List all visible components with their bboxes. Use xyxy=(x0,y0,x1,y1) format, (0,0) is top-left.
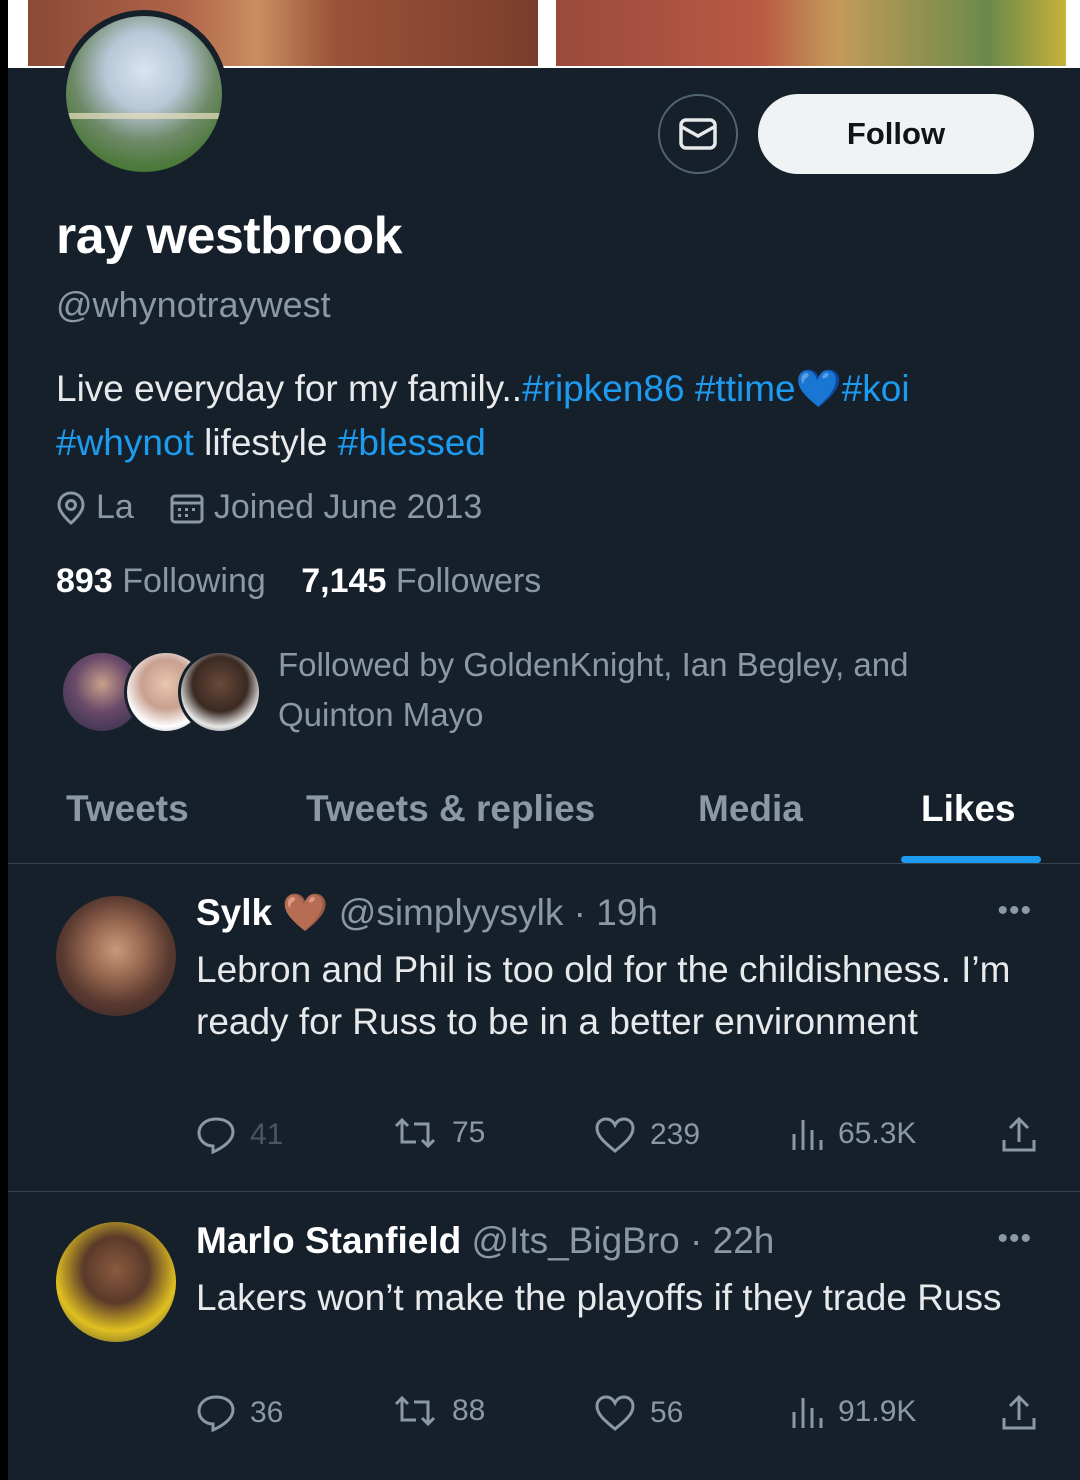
tweet-header: Marlo Stanfield @Its_BigBro · 22h xyxy=(196,1220,775,1261)
more-options-icon[interactable]: ••• xyxy=(997,894,1032,928)
heart-icon xyxy=(595,1117,635,1153)
like-button[interactable]: 56 xyxy=(594,1394,683,1432)
like-count: 239 xyxy=(650,1118,701,1151)
heart-icon xyxy=(595,1395,635,1431)
hashtag-link[interactable]: #blessed xyxy=(338,422,486,463)
avatar xyxy=(178,650,262,734)
profile-name: ray westbrook xyxy=(56,207,403,265)
tweet-actions: 41 75 239 65.3K xyxy=(196,1116,1046,1160)
profile-tabs: Tweets Tweets & replies Media Likes xyxy=(8,770,1080,864)
banner-image-right xyxy=(556,0,1066,66)
followed-by-avatars[interactable] xyxy=(60,650,262,736)
reply-button[interactable]: 41 xyxy=(196,1116,283,1154)
retweet-button[interactable]: 88 xyxy=(392,1394,485,1428)
following-count: 893 xyxy=(56,562,113,600)
profile-screen: Follow ray westbrook @whynotraywest Live… xyxy=(8,0,1080,1480)
views-button[interactable]: 91.9K xyxy=(790,1394,916,1430)
bio-text: lifestyle xyxy=(204,422,328,463)
tweet-time[interactable]: 19h xyxy=(596,892,658,933)
views-button[interactable]: 65.3K xyxy=(790,1116,916,1152)
retweet-count: 75 xyxy=(452,1116,486,1149)
profile-avatar[interactable] xyxy=(60,10,228,178)
active-tab-indicator xyxy=(901,856,1041,863)
location-pin-icon xyxy=(57,490,85,525)
like-count: 56 xyxy=(650,1396,684,1429)
share-button[interactable] xyxy=(1000,1394,1052,1432)
join-date-text: Joined June 2013 xyxy=(213,488,483,526)
followed-by-text[interactable]: Followed by GoldenKnight, Ian Begley, an… xyxy=(278,640,998,740)
followers-count: 7,145 xyxy=(301,562,387,600)
location: La xyxy=(56,488,134,527)
share-icon xyxy=(1002,1394,1036,1430)
reply-count: 36 xyxy=(250,1396,284,1429)
blue-heart-emoji: 💙 xyxy=(795,368,842,409)
retweet-icon xyxy=(394,1117,436,1149)
tweet-author-handle[interactable]: @Its_BigBro xyxy=(471,1220,679,1261)
tweet-actions: 36 88 56 91.9K xyxy=(196,1394,1046,1438)
views-icon xyxy=(792,1398,823,1428)
tweet-author-handle[interactable]: @simplyysylk xyxy=(339,892,564,933)
avatar[interactable] xyxy=(56,1222,176,1342)
views-count: 91.9K xyxy=(838,1395,917,1428)
retweet-button[interactable]: 75 xyxy=(392,1116,485,1150)
following-label: Following xyxy=(122,562,266,600)
tweet-text: Lakers won’t make the playoffs if they t… xyxy=(196,1277,1002,1318)
message-button[interactable] xyxy=(658,94,738,174)
tweet-author-name[interactable]: Sylk xyxy=(196,892,272,933)
follow-button[interactable]: Follow xyxy=(758,94,1034,174)
reply-icon xyxy=(197,1395,235,1432)
tab-tweets-replies[interactable]: Tweets & replies xyxy=(306,788,595,830)
like-button[interactable]: 239 xyxy=(594,1116,700,1154)
share-button[interactable] xyxy=(1000,1116,1052,1154)
views-icon xyxy=(792,1120,823,1150)
followers-link[interactable]: 7,145 Followers xyxy=(301,562,541,600)
more-options-icon[interactable]: ••• xyxy=(997,1222,1032,1256)
location-text: La xyxy=(96,488,134,526)
tab-likes[interactable]: Likes xyxy=(921,788,1016,830)
bio-text: Live everyday for my family.. xyxy=(56,368,523,409)
tweet-header: Sylk 🤎 @simplyysylk · 19h xyxy=(196,892,659,933)
tweet-author-name[interactable]: Marlo Stanfield xyxy=(196,1220,461,1261)
profile-meta: La Joined June 2013 xyxy=(56,488,518,527)
followers-label: Followers xyxy=(395,562,542,600)
calendar-icon xyxy=(170,494,204,523)
reply-icon xyxy=(197,1117,235,1154)
retweet-count: 88 xyxy=(452,1394,486,1427)
follow-stats: 893 Following 7,145 Followers xyxy=(56,562,567,601)
avatar[interactable] xyxy=(56,896,176,1016)
reply-button[interactable]: 36 xyxy=(196,1394,283,1432)
hashtag-link[interactable]: #ttime xyxy=(695,368,796,409)
join-date: Joined June 2013 xyxy=(170,488,482,527)
views-count: 65.3K xyxy=(838,1117,917,1150)
share-icon xyxy=(1002,1116,1036,1152)
hashtag-link[interactable]: #koi xyxy=(842,368,910,409)
tab-media[interactable]: Media xyxy=(698,788,803,830)
tab-tweets[interactable]: Tweets xyxy=(66,788,189,830)
following-link[interactable]: 893 Following xyxy=(56,562,266,600)
tweet[interactable]: Marlo Stanfield @Its_BigBro · 22h ••• La… xyxy=(8,1192,1080,1480)
profile-bio: Live everyday for my family..#ripken86 #… xyxy=(56,362,1056,470)
hashtag-link[interactable]: #whynot xyxy=(56,422,194,463)
tweet[interactable]: Sylk 🤎 @simplyysylk · 19h ••• Lebron and… xyxy=(8,864,1080,1192)
envelope-icon xyxy=(679,118,717,150)
brown-heart-emoji: 🤎 xyxy=(282,892,329,933)
profile-handle: @whynotraywest xyxy=(56,284,331,325)
tweet-time[interactable]: 22h xyxy=(713,1220,775,1261)
hashtag-link[interactable]: #ripken86 xyxy=(522,368,685,409)
avatar-photo xyxy=(66,16,222,172)
tweet-text: Lebron and Phil is too old for the child… xyxy=(196,949,1011,1042)
retweet-icon xyxy=(394,1395,436,1427)
reply-count: 41 xyxy=(250,1118,284,1151)
